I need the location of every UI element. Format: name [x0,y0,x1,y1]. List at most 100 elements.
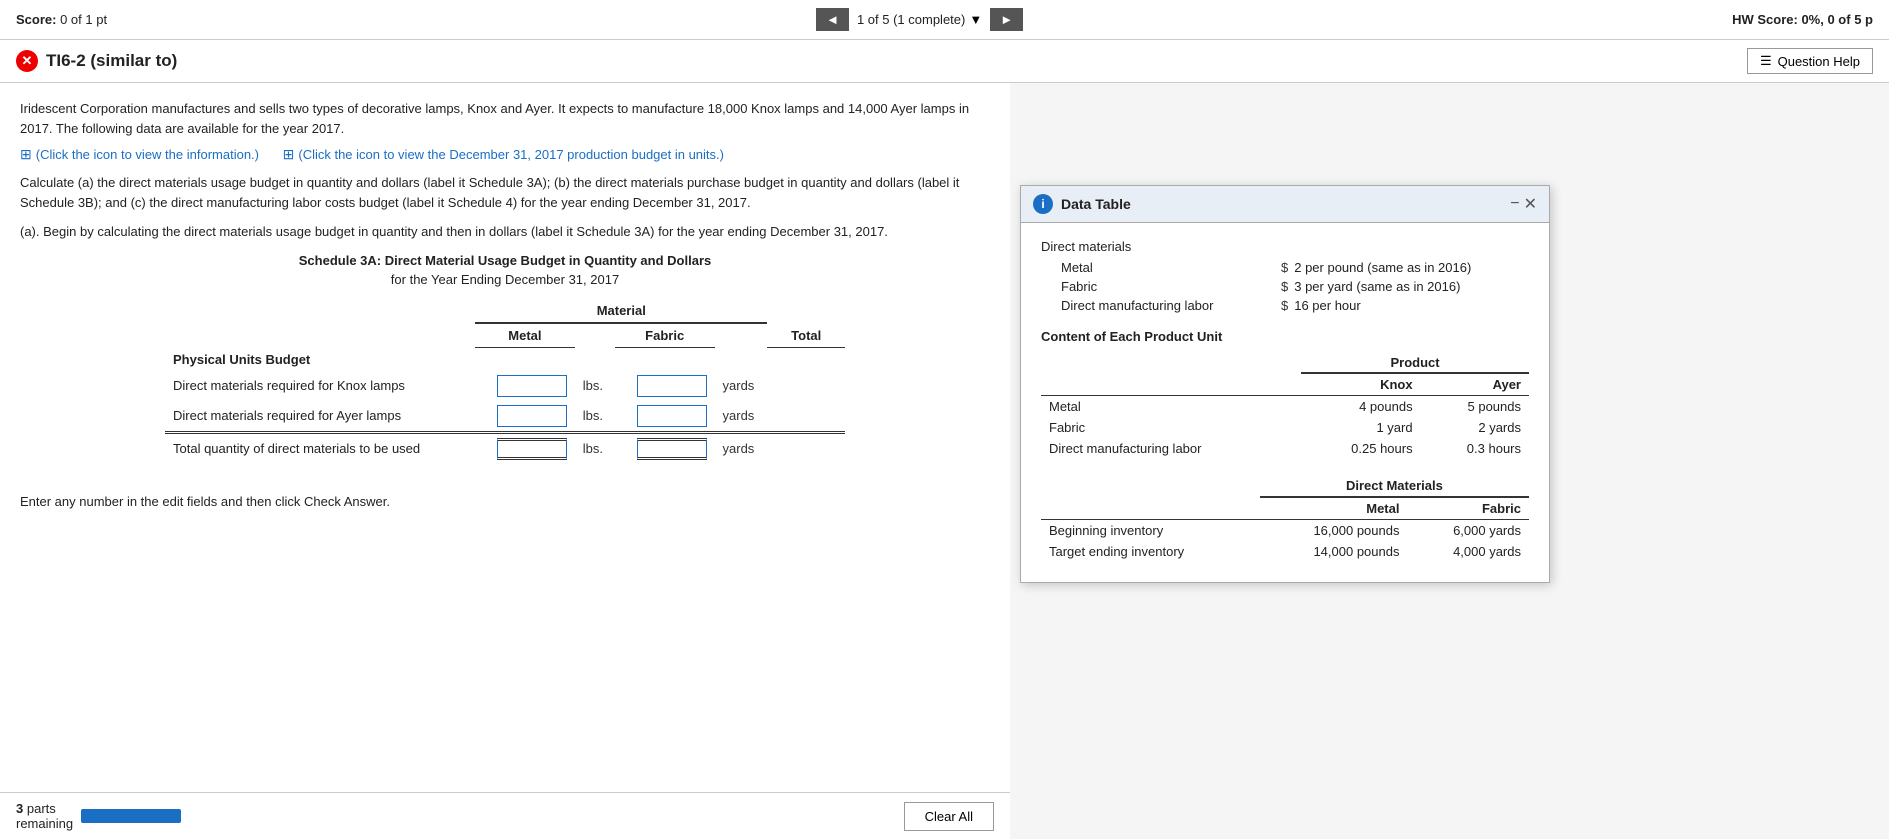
link1-text: (Click the icon to view the information.… [36,147,259,162]
direct-materials-section: Direct materials Metal $ 2 per pound (sa… [1041,239,1529,313]
col-fabric: Fabric [615,323,715,348]
dm-beginning-fabric: 6,000 yards [1407,520,1529,542]
nav-prev-button[interactable]: ◄ [816,8,849,31]
content-fabric-ayer: 2 yards [1421,417,1529,438]
content-metal-knox: 4 pounds [1301,396,1421,418]
sub-question-text: (a). Begin by calculating the direct mat… [20,224,990,239]
schedule-title: Schedule 3A: Direct Material Usage Budge… [20,253,990,268]
modal-minimize-button[interactable]: − [1510,194,1519,214]
modal-header: i Data Table − ✕ [1021,186,1549,223]
dm-row-labor: Direct manufacturing labor $ 16 per hour [1041,298,1529,313]
links-row: ⊞ (Click the icon to view the informatio… [20,146,990,163]
dm-section-header: Direct Materials [1260,475,1529,497]
content-labor-label: Direct manufacturing labor [1041,438,1301,459]
info-link-1[interactable]: ⊞ (Click the icon to view the informatio… [20,146,259,163]
hw-score-label: HW Score: [1732,12,1798,27]
nav-center: ◄ 1 of 5 (1 complete) ▼ ► [816,8,1023,31]
row-label-ayer: Direct materials required for Ayer lamps [165,401,475,433]
score-label: Score: 0 of 1 pt [16,12,107,27]
question-help-label: Question Help [1778,54,1860,69]
table-row: Direct materials required for Knox lamps… [165,371,845,401]
content-table: Product Knox Ayer Metal 4 pounds 5 pound… [1041,352,1529,459]
content-row-fabric: Fabric 1 yard 2 yards [1041,417,1529,438]
dm-col-metal: Metal [1260,497,1408,520]
dm-target-fabric: 4,000 yards [1407,541,1529,562]
table-row: Direct materials required for Ayer lamps… [165,401,845,433]
dm-fabric-value: 3 per yard (same as in 2016) [1294,279,1460,294]
modal-header-left: i Data Table [1033,194,1131,214]
total-metal-input[interactable] [497,438,567,460]
schedule-subtitle: for the Year Ending December 31, 2017 [20,272,990,287]
data-table-title: Data Table [1061,196,1131,212]
top-bar: Score: 0 of 1 pt ◄ 1 of 5 (1 complete) ▼… [0,0,1889,40]
nav-dropdown-button[interactable]: ▼ [969,12,982,27]
total-fabric-input[interactable] [637,438,707,460]
clear-all-button[interactable]: Clear All [904,802,994,831]
link2-text: (Click the icon to view the December 31,… [298,147,724,162]
x-icon: ✕ [16,50,38,72]
total-metal-unit: lbs. [575,432,615,464]
table-row-total: Total quantity of direct materials to be… [165,432,845,464]
grid-icon-2: ⊞ [283,146,295,163]
parts-info: 3 partsremaining [16,801,181,831]
content-title: Content of Each Product Unit [1041,329,1529,344]
ayer-metal-unit: lbs. [575,401,615,433]
main-content: Iridescent Corporation manufactures and … [0,83,1010,834]
knox-fabric-input[interactable] [637,375,707,397]
schedule-table: Material Metal Fabric Total Physical Uni… [165,299,845,464]
content-row-metal: Metal 4 pounds 5 pounds [1041,396,1529,418]
nav-info-text: 1 of 5 (1 complete) [857,12,965,27]
dm-detail-row-target: Target ending inventory 14,000 pounds 4,… [1041,541,1529,562]
progress-bar [81,809,181,823]
row-label-total: Total quantity of direct materials to be… [165,432,475,464]
dm-beginning-metal: 16,000 pounds [1260,520,1408,542]
content-labor-ayer: 0.3 hours [1421,438,1529,459]
dm-metal-value: 2 per pound (same as in 2016) [1294,260,1471,275]
question-help-button[interactable]: ☰ Question Help [1747,48,1873,74]
enter-instruction: Enter any number in the edit fields and … [20,494,990,509]
dm-beginning-label: Beginning inventory [1041,520,1260,542]
ayer-metal-input[interactable] [497,405,567,427]
dm-row-metal: Metal $ 2 per pound (same as in 2016) [1041,260,1529,275]
modal-close-button[interactable]: ✕ [1524,194,1537,214]
material-header: Material [475,299,767,323]
content-row-labor: Direct manufacturing labor 0.25 hours 0.… [1041,438,1529,459]
dm-detail-table: Direct Materials Metal Fabric Beginning … [1041,475,1529,562]
ayer-fabric-input[interactable] [637,405,707,427]
dm-target-metal: 14,000 pounds [1260,541,1408,562]
dm-target-label: Target ending inventory [1041,541,1260,562]
intro-text: Iridescent Corporation manufactures and … [20,99,990,138]
row-label-knox: Direct materials required for Knox lamps [165,371,475,401]
dm-detail-row-beginning: Beginning inventory 16,000 pounds 6,000 … [1041,520,1529,542]
col-ayer: Ayer [1421,373,1529,396]
info-link-2[interactable]: ⊞ (Click the icon to view the December 3… [283,146,724,163]
list-icon: ☰ [1760,53,1772,69]
product-header: Product [1301,352,1529,373]
content-fabric-knox: 1 yard [1301,417,1421,438]
info-icon: i [1033,194,1053,214]
parts-count: 3 [16,801,23,816]
content-metal-label: Metal [1041,396,1301,418]
score-value: 0 of 1 pt [60,12,107,27]
title-bar: ✕ TI6-2 (similar to) ☰ Question Help [0,40,1889,83]
dm-row-fabric: Fabric $ 3 per yard (same as in 2016) [1041,279,1529,294]
content-metal-ayer: 5 pounds [1421,396,1529,418]
title-left: ✕ TI6-2 (similar to) [16,50,177,72]
data-table-modal: i Data Table − ✕ Direct materials Metal … [1020,185,1550,583]
total-fabric-unit: yards [715,432,768,464]
knox-metal-unit: lbs. [575,371,615,401]
page-title: TI6-2 (similar to) [46,51,177,71]
nav-info: 1 of 5 (1 complete) ▼ [857,12,982,27]
parts-label: partsremaining [16,801,73,831]
knox-metal-input[interactable] [497,375,567,397]
nav-next-button[interactable]: ► [990,8,1023,31]
score-title: Score: [16,12,56,27]
dm-labor-value: 16 per hour [1294,298,1361,313]
bottom-bar: 3 partsremaining Clear All [0,792,1010,839]
content-labor-knox: 0.25 hours [1301,438,1421,459]
col-knox: Knox [1301,373,1421,396]
ayer-fabric-unit: yards [715,401,768,433]
modal-controls: − ✕ [1510,194,1537,214]
content-fabric-label: Fabric [1041,417,1301,438]
knox-fabric-unit: yards [715,371,768,401]
